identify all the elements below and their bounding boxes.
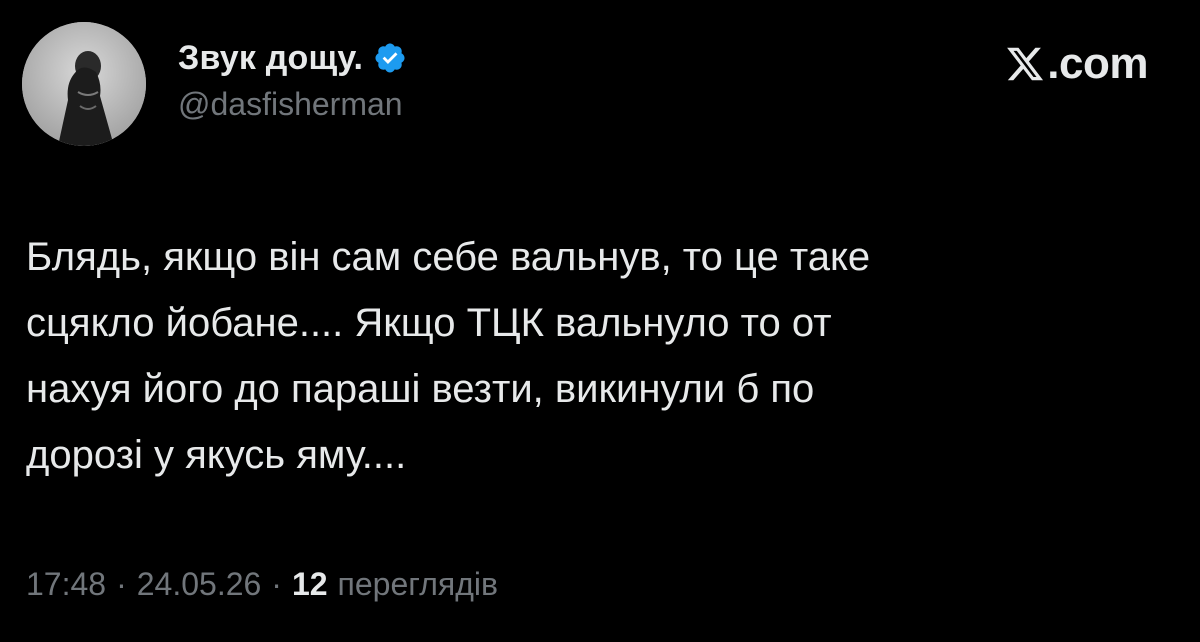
brand-watermark: .com [1005, 38, 1148, 89]
tweet-date[interactable]: 24.05.26 [137, 566, 262, 603]
tweet-text: Блядь, якщо він сам себе вальнув, то це … [26, 235, 871, 477]
avatar[interactable] [22, 22, 146, 146]
meta-separator: · [116, 566, 127, 602]
profile-photo-icon [22, 22, 146, 146]
x-logo-icon [1005, 44, 1045, 84]
name-row: Звук дощу. [178, 36, 407, 80]
tweet-meta: 17:48 · 24.05.26 · 12 переглядів [26, 566, 498, 603]
brand-domain-label: .com [1047, 39, 1148, 88]
tweet-card: Звук дощу. @dasfisherman .com Блядь, якщ… [0, 0, 1200, 642]
author-block: Звук дощу. @dasfisherman [178, 36, 407, 123]
tweet-time[interactable]: 17:48 [26, 566, 106, 603]
views-label: переглядів [337, 566, 499, 602]
display-name[interactable]: Звук дощу. [178, 39, 363, 78]
meta-separator: · [271, 566, 282, 602]
author-handle[interactable]: @dasfisherman [178, 86, 407, 123]
views-count: 12 [291, 566, 328, 602]
verified-badge-icon [373, 41, 407, 75]
